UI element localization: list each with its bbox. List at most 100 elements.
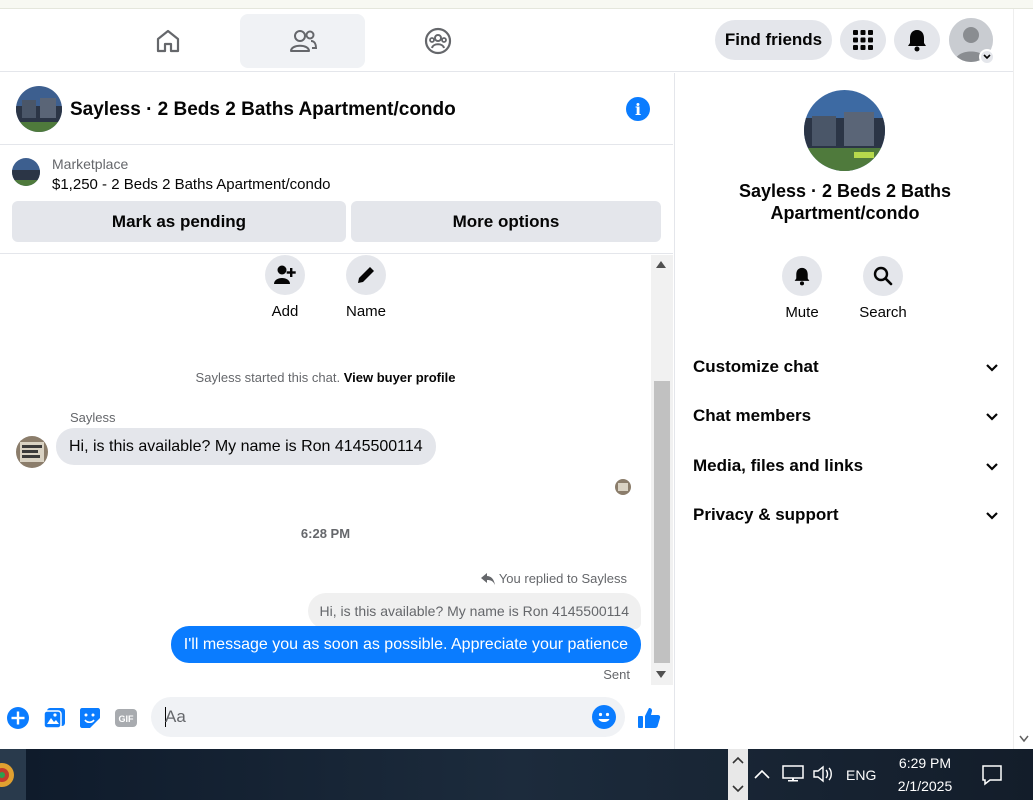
top-nav: Find friends <box>0 9 1013 72</box>
section-label: Chat members <box>693 406 812 425</box>
info-icon[interactable]: i <box>626 97 650 121</box>
sticker-icon <box>80 708 100 728</box>
mute-action[interactable]: Mute <box>767 256 837 321</box>
menu-grid-icon <box>853 30 873 50</box>
listing-bar: Marketplace $1,250 - 2 Beds 2 Baths Apar… <box>0 146 673 254</box>
clock-time[interactable]: 6:29 PM <box>897 755 953 771</box>
search-icon <box>873 266 893 286</box>
seen-indicator <box>615 479 631 495</box>
groups-icon <box>424 27 451 55</box>
chevron-down-icon <box>986 462 998 471</box>
outgoing-message[interactable]: I'll message you as soon as possible. Ap… <box>170 626 641 663</box>
network-icon[interactable] <box>782 765 804 783</box>
add-person-icon <box>274 265 296 284</box>
sender-name: Sayless <box>70 410 116 425</box>
friends-icon <box>289 30 317 52</box>
section-label: Media, files and links <box>693 456 864 475</box>
emoji-icon <box>598 712 610 722</box>
panel-avatar[interactable] <box>804 90 885 171</box>
incoming-message[interactable]: Hi, is this available? My name is Ron 41… <box>56 428 436 465</box>
listing-description[interactable]: $1,250 - 2 Beds 2 Baths Apartment/condo <box>52 176 331 193</box>
mark-pending-button[interactable]: Mark as pending <box>12 201 346 242</box>
find-friends-button[interactable]: Find friends <box>715 20 832 60</box>
search-label: Search <box>859 304 907 321</box>
like-button[interactable] <box>637 706 661 730</box>
sender-avatar[interactable] <box>16 436 48 468</box>
friends-tab[interactable] <box>240 14 365 68</box>
listing-avatar[interactable] <box>16 86 62 132</box>
chat-header: Sayless · 2 Beds 2 Baths Apartment/condo… <box>0 73 673 145</box>
composer: GIF <box>0 686 673 749</box>
chevron-down-icon <box>986 511 998 520</box>
screen: Find friends Sayless · 2 Beds 2 Baths Ap… <box>0 0 1033 800</box>
section-customize-chat[interactable]: Customize chat <box>693 352 999 382</box>
notifications-button[interactable] <box>894 20 940 60</box>
menu-button[interactable] <box>840 20 886 60</box>
chat-started-note: Sayless started this chat. View buyer pr… <box>0 370 651 385</box>
add-action[interactable]: Add <box>245 255 325 320</box>
sent-status: Sent <box>603 667 630 682</box>
more-actions-button[interactable] <box>6 706 30 730</box>
chevron-down-icon <box>983 54 991 60</box>
like-icon <box>638 708 661 728</box>
account-caret[interactable] <box>979 49 995 65</box>
browser-strip <box>0 0 1033 9</box>
section-label: Customize chat <box>693 357 819 376</box>
chevron-down-icon <box>986 363 998 372</box>
reply-icon <box>480 572 495 585</box>
taskbar-scroll[interactable] <box>728 749 748 800</box>
show-hidden-icons-icon[interactable] <box>754 769 770 779</box>
home-tab[interactable] <box>105 14 230 68</box>
message-input-wrapper[interactable] <box>151 697 625 737</box>
listing-thumbnail[interactable] <box>12 158 40 186</box>
more-options-button[interactable]: More options <box>351 201 661 242</box>
search-action[interactable]: Search <box>848 256 918 321</box>
emoji-button[interactable] <box>592 705 616 729</box>
photo-icon <box>43 708 65 729</box>
panel-title: Sayless · 2 Beds 2 Baths Apartment/condo <box>738 181 952 223</box>
message-scrollbar[interactable] <box>651 255 673 685</box>
listing-source: Marketplace <box>52 156 129 172</box>
chat-details-panel: Sayless · 2 Beds 2 Baths Apartment/condo… <box>674 73 1013 749</box>
language-indicator[interactable]: ENG <box>846 767 876 783</box>
scroll-thumb[interactable] <box>654 381 670 663</box>
section-chat-members[interactable]: Chat members <box>693 401 999 431</box>
volume-icon[interactable] <box>812 765 834 783</box>
scroll-up-arrow[interactable] <box>656 261 666 268</box>
quoted-message[interactable]: Hi, is this available? My name is Ron 41… <box>307 593 641 629</box>
name-label: Name <box>345 303 386 320</box>
add-label: Add <box>271 303 299 320</box>
clock-date[interactable]: 2/1/2025 <box>893 778 957 794</box>
sticker-button[interactable] <box>78 706 102 730</box>
taskbar-app-icon[interactable] <box>0 749 26 800</box>
chevron-up-icon[interactable] <box>732 756 744 764</box>
chevron-down-icon[interactable] <box>732 785 744 793</box>
mute-label: Mute <box>785 304 819 321</box>
section-label: Privacy & support <box>693 505 839 524</box>
message-input[interactable] <box>165 697 585 737</box>
chat-title[interactable]: Sayless · 2 Beds 2 Baths Apartment/condo <box>70 99 456 121</box>
section-privacy-support[interactable]: Privacy & support <box>693 500 999 530</box>
gif-icon: GIF <box>115 709 137 727</box>
scroll-down-arrow[interactable] <box>1019 735 1029 743</box>
started-text: Sayless started this chat. <box>195 370 341 385</box>
scroll-down-arrow[interactable] <box>656 671 666 678</box>
groups-tab[interactable] <box>375 14 500 68</box>
bell-icon <box>908 30 926 52</box>
notifications-icon[interactable] <box>981 764 1003 786</box>
chevron-down-icon <box>986 412 998 421</box>
message-timestamp: 6:28 PM <box>300 526 351 541</box>
message-list: Add Name Sayless started this chat. View… <box>0 255 651 685</box>
name-action[interactable]: Name <box>326 255 406 320</box>
bell-icon <box>794 267 810 286</box>
reply-note: You replied to Sayless <box>480 571 627 586</box>
photo-button[interactable] <box>43 706 67 730</box>
svg-text:GIF: GIF <box>119 714 135 724</box>
taskbar: ENG 6:29 PM 2/1/2025 <box>0 749 1033 800</box>
gif-button[interactable]: GIF <box>114 706 138 730</box>
view-buyer-profile-link[interactable]: View buyer profile <box>344 370 456 385</box>
home-icon <box>156 29 179 53</box>
reply-note-text: You replied to Sayless <box>498 571 627 586</box>
page-scrollbar[interactable] <box>1013 9 1033 749</box>
section-media-files-links[interactable]: Media, files and links <box>693 451 999 481</box>
